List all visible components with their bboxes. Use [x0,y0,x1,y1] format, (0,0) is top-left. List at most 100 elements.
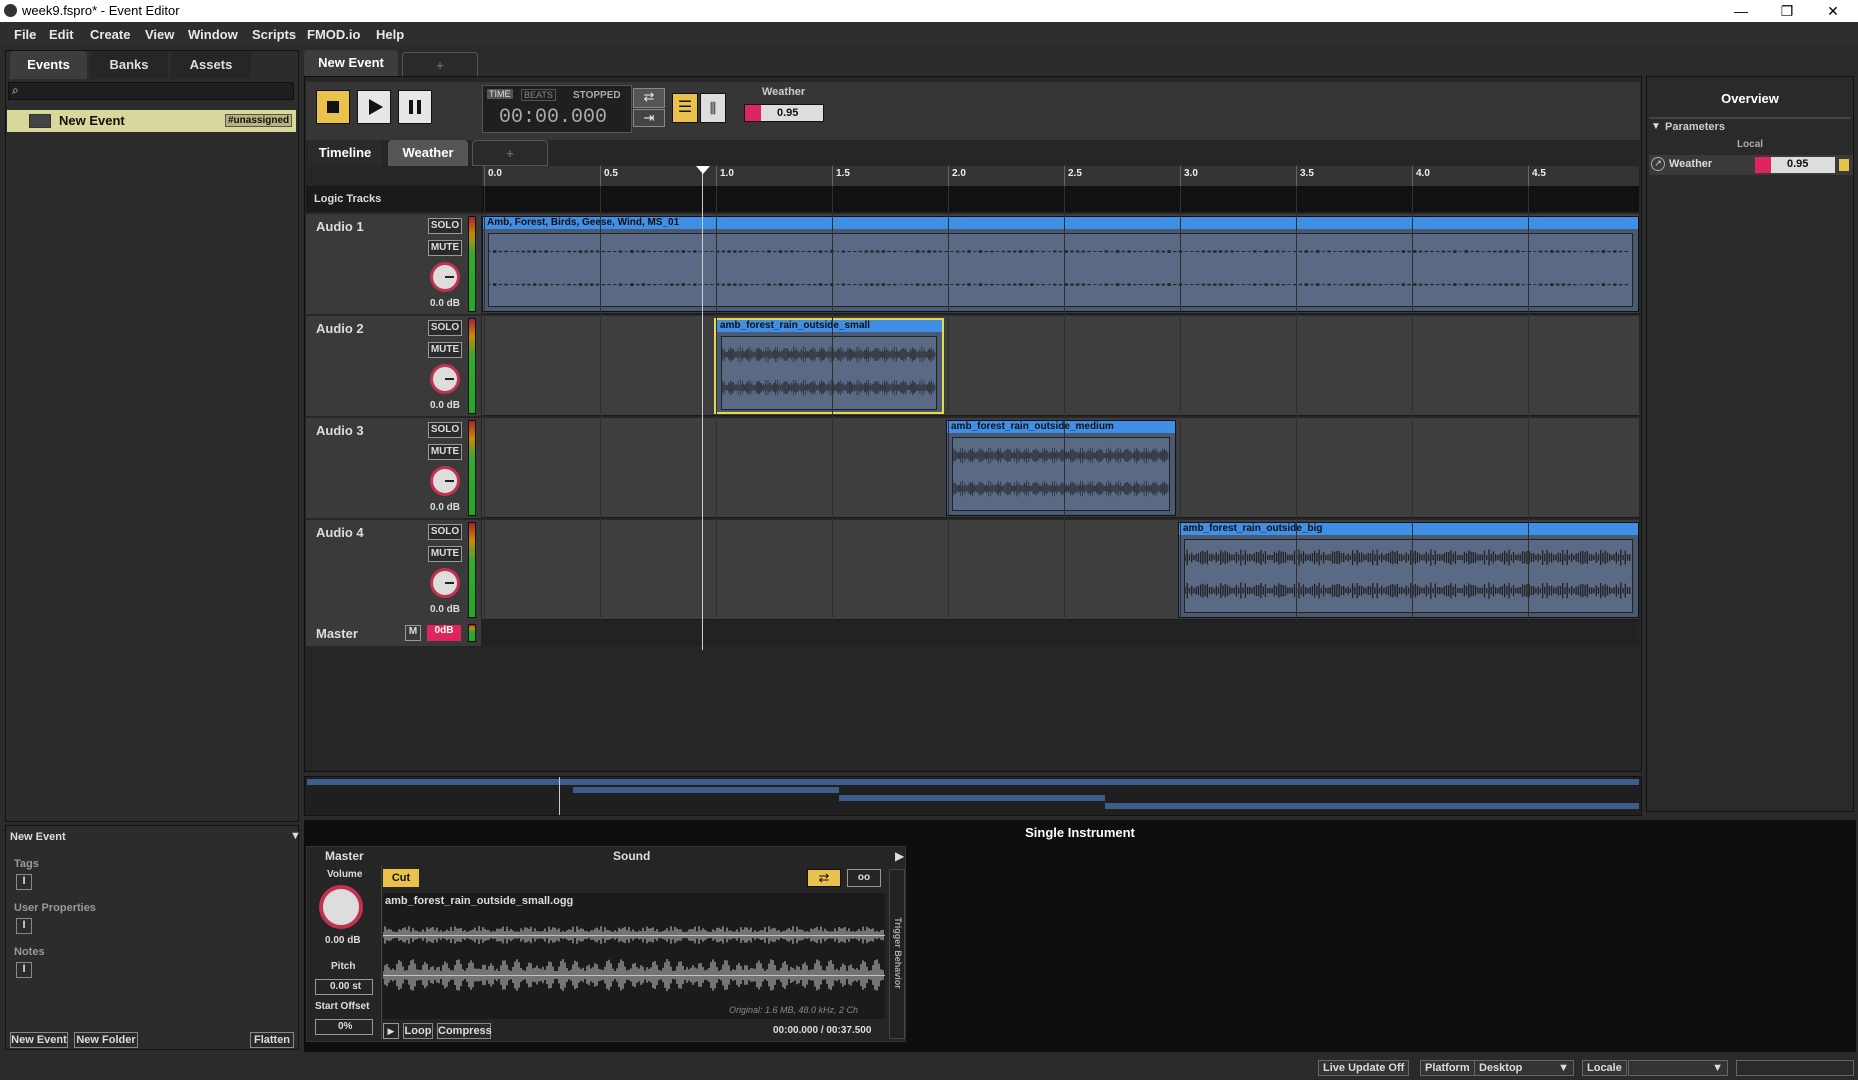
minimap-region-3 [839,795,1105,801]
menu-edit[interactable]: Edit [49,27,74,42]
master-track-name: Master [316,626,358,641]
solo-button[interactable]: SOLO [428,320,462,336]
bank-badge: #unassigned [225,114,293,127]
tab-events[interactable]: Events [10,51,87,79]
minimize-button[interactable]: — [1718,1,1764,21]
tab-banks[interactable]: Banks [90,51,168,79]
overview-param-row[interactable]: ↗ Weather 0.95 [1649,155,1853,175]
solo-button[interactable]: SOLO [428,422,462,438]
volume-knob[interactable] [430,364,460,394]
sound-instrument[interactable]: amb_forest_rain_outside_medium [946,420,1176,516]
mute-button[interactable]: MUTE [428,444,462,460]
menu-scripts[interactable]: Scripts [252,27,296,42]
menu-file[interactable]: File [14,27,36,42]
start-offset-field[interactable]: 0% [315,1019,373,1035]
add-parameter-tab-button[interactable]: + [472,140,548,166]
expand-icon[interactable]: ▶ [895,849,904,863]
tags-text-icon[interactable]: I [16,874,32,890]
param-nav-icon[interactable]: ↗ [1651,157,1665,171]
playhead[interactable] [702,168,703,650]
play-button[interactable] [357,90,391,124]
search-input[interactable]: ⌕ [8,82,294,100]
master-volume-field[interactable]: 0dB [427,625,461,641]
tracks-view-icon[interactable]: ☰ [672,93,698,123]
tab-weather[interactable]: Weather [388,140,468,166]
playhead-handle-icon[interactable] [696,166,710,174]
flatten-button[interactable]: Flatten [250,1032,294,1048]
parameters-collapse-icon[interactable]: ▼ [1651,121,1661,132]
mute-button[interactable]: MUTE [428,342,462,358]
pause-icon [409,100,413,114]
ruler-tick-label: 0.0 [488,168,502,179]
menu-view[interactable]: View [145,27,174,42]
menu-window[interactable]: Window [188,27,238,42]
stop-button[interactable] [316,90,350,124]
platform-select[interactable]: Desktop ▼ [1474,1060,1574,1076]
loop-button[interactable]: Loop [403,1023,433,1039]
loop-count-field[interactable]: oo [847,869,881,887]
volume-knob[interactable] [430,568,460,598]
close-button[interactable]: ✕ [1810,1,1856,21]
live-update-button[interactable]: Live Update Off [1318,1060,1410,1076]
cut-button[interactable]: Cut [383,869,419,887]
volume-knob[interactable] [319,885,363,929]
pitch-field[interactable]: 0.00 st [315,979,373,995]
sound-instrument[interactable]: amb_forest_rain_outside_small [714,318,944,414]
grid-line [716,186,717,646]
user-props-text-icon[interactable]: I [16,918,32,934]
loop-toggle-icon[interactable]: ⇄ [633,88,665,108]
collapse-icon[interactable]: ▼ [290,830,301,842]
tab-timeline[interactable]: Timeline [308,140,382,166]
follow-playhead-icon[interactable]: ⇥ [633,109,665,127]
loop-playback-icon[interactable]: ⇄ [807,869,841,887]
beats-mode-toggle[interactable]: BEATS [521,89,556,101]
play-sound-icon[interactable]: ▶ [383,1023,399,1039]
volume-knob[interactable] [430,466,460,496]
sound-instrument[interactable]: Amb, Forest, Birds, Geese, Wind, MS_01 [482,216,1639,312]
maximize-button[interactable]: ❐ [1764,1,1810,21]
sound-position: 00:00.000 / 00:37.500 [773,1025,872,1036]
deck-title: Single Instrument [1025,825,1135,840]
menu-fmodio[interactable]: FMOD.io [307,27,360,42]
mute-button[interactable]: MUTE [428,240,462,256]
locale-select[interactable]: ▼ [1628,1060,1728,1076]
timeline-overview-map[interactable] [304,776,1642,816]
parameters-label: Parameters [1665,121,1725,133]
volume-knob[interactable] [430,262,460,292]
master-mute-button[interactable]: M [405,625,421,641]
volume-value: 0.0 dB [430,400,461,411]
pause-button[interactable] [398,90,432,124]
overview-param-field[interactable]: 0.95 [1755,157,1835,173]
solo-button[interactable]: SOLO [428,524,462,540]
notes-text-icon[interactable]: I [16,962,32,978]
user-props-label: User Properties [14,902,96,914]
local-label: Local [1736,139,1764,150]
start-offset-label: Start Offset [315,1001,370,1012]
compress-button[interactable]: Compress [437,1023,492,1039]
mixer-view-icon[interactable]: ⫼ [700,93,726,123]
file-info: Original: 1.6 MB, 48.0 kHz, 2 Ch [729,1005,859,1015]
mute-button[interactable]: MUTE [428,546,462,562]
platform-value: Desktop [1479,1062,1523,1074]
volume-value: 0.0 dB [430,604,461,615]
menu-create[interactable]: Create [90,27,130,42]
track-name: Audio 1 [316,219,364,234]
menu-help[interactable]: Help [376,27,404,42]
new-event-button[interactable]: New Event [10,1032,68,1048]
trigger-behavior-drawer[interactable]: Trigger Behavior [889,869,905,1039]
sound-waveform[interactable]: amb_forest_rain_outside_small.ogg Origin… [383,893,885,1019]
sound-instrument[interactable]: amb_forest_rain_outside_big [1178,522,1639,618]
overview-panel: Overview ▼ Parameters Local ↗ Weather 0.… [1646,76,1854,812]
solo-button[interactable]: SOLO [428,218,462,234]
time-mode-toggle[interactable]: TIME [487,89,513,99]
window-title: week9.fspro* - Event Editor [22,3,180,18]
track-lane[interactable] [482,316,1639,416]
weather-param-field[interactable]: 0.95 [744,104,824,122]
timeline-ruler[interactable] [482,166,1639,186]
add-event-tab-button[interactable]: + [402,52,478,78]
tab-new-event[interactable]: New Event [304,50,398,76]
new-folder-button[interactable]: New Folder [74,1032,138,1048]
instrument-waveform [721,336,937,410]
tab-assets[interactable]: Assets [171,51,251,79]
event-list-item[interactable]: New Event #unassigned [7,110,296,132]
